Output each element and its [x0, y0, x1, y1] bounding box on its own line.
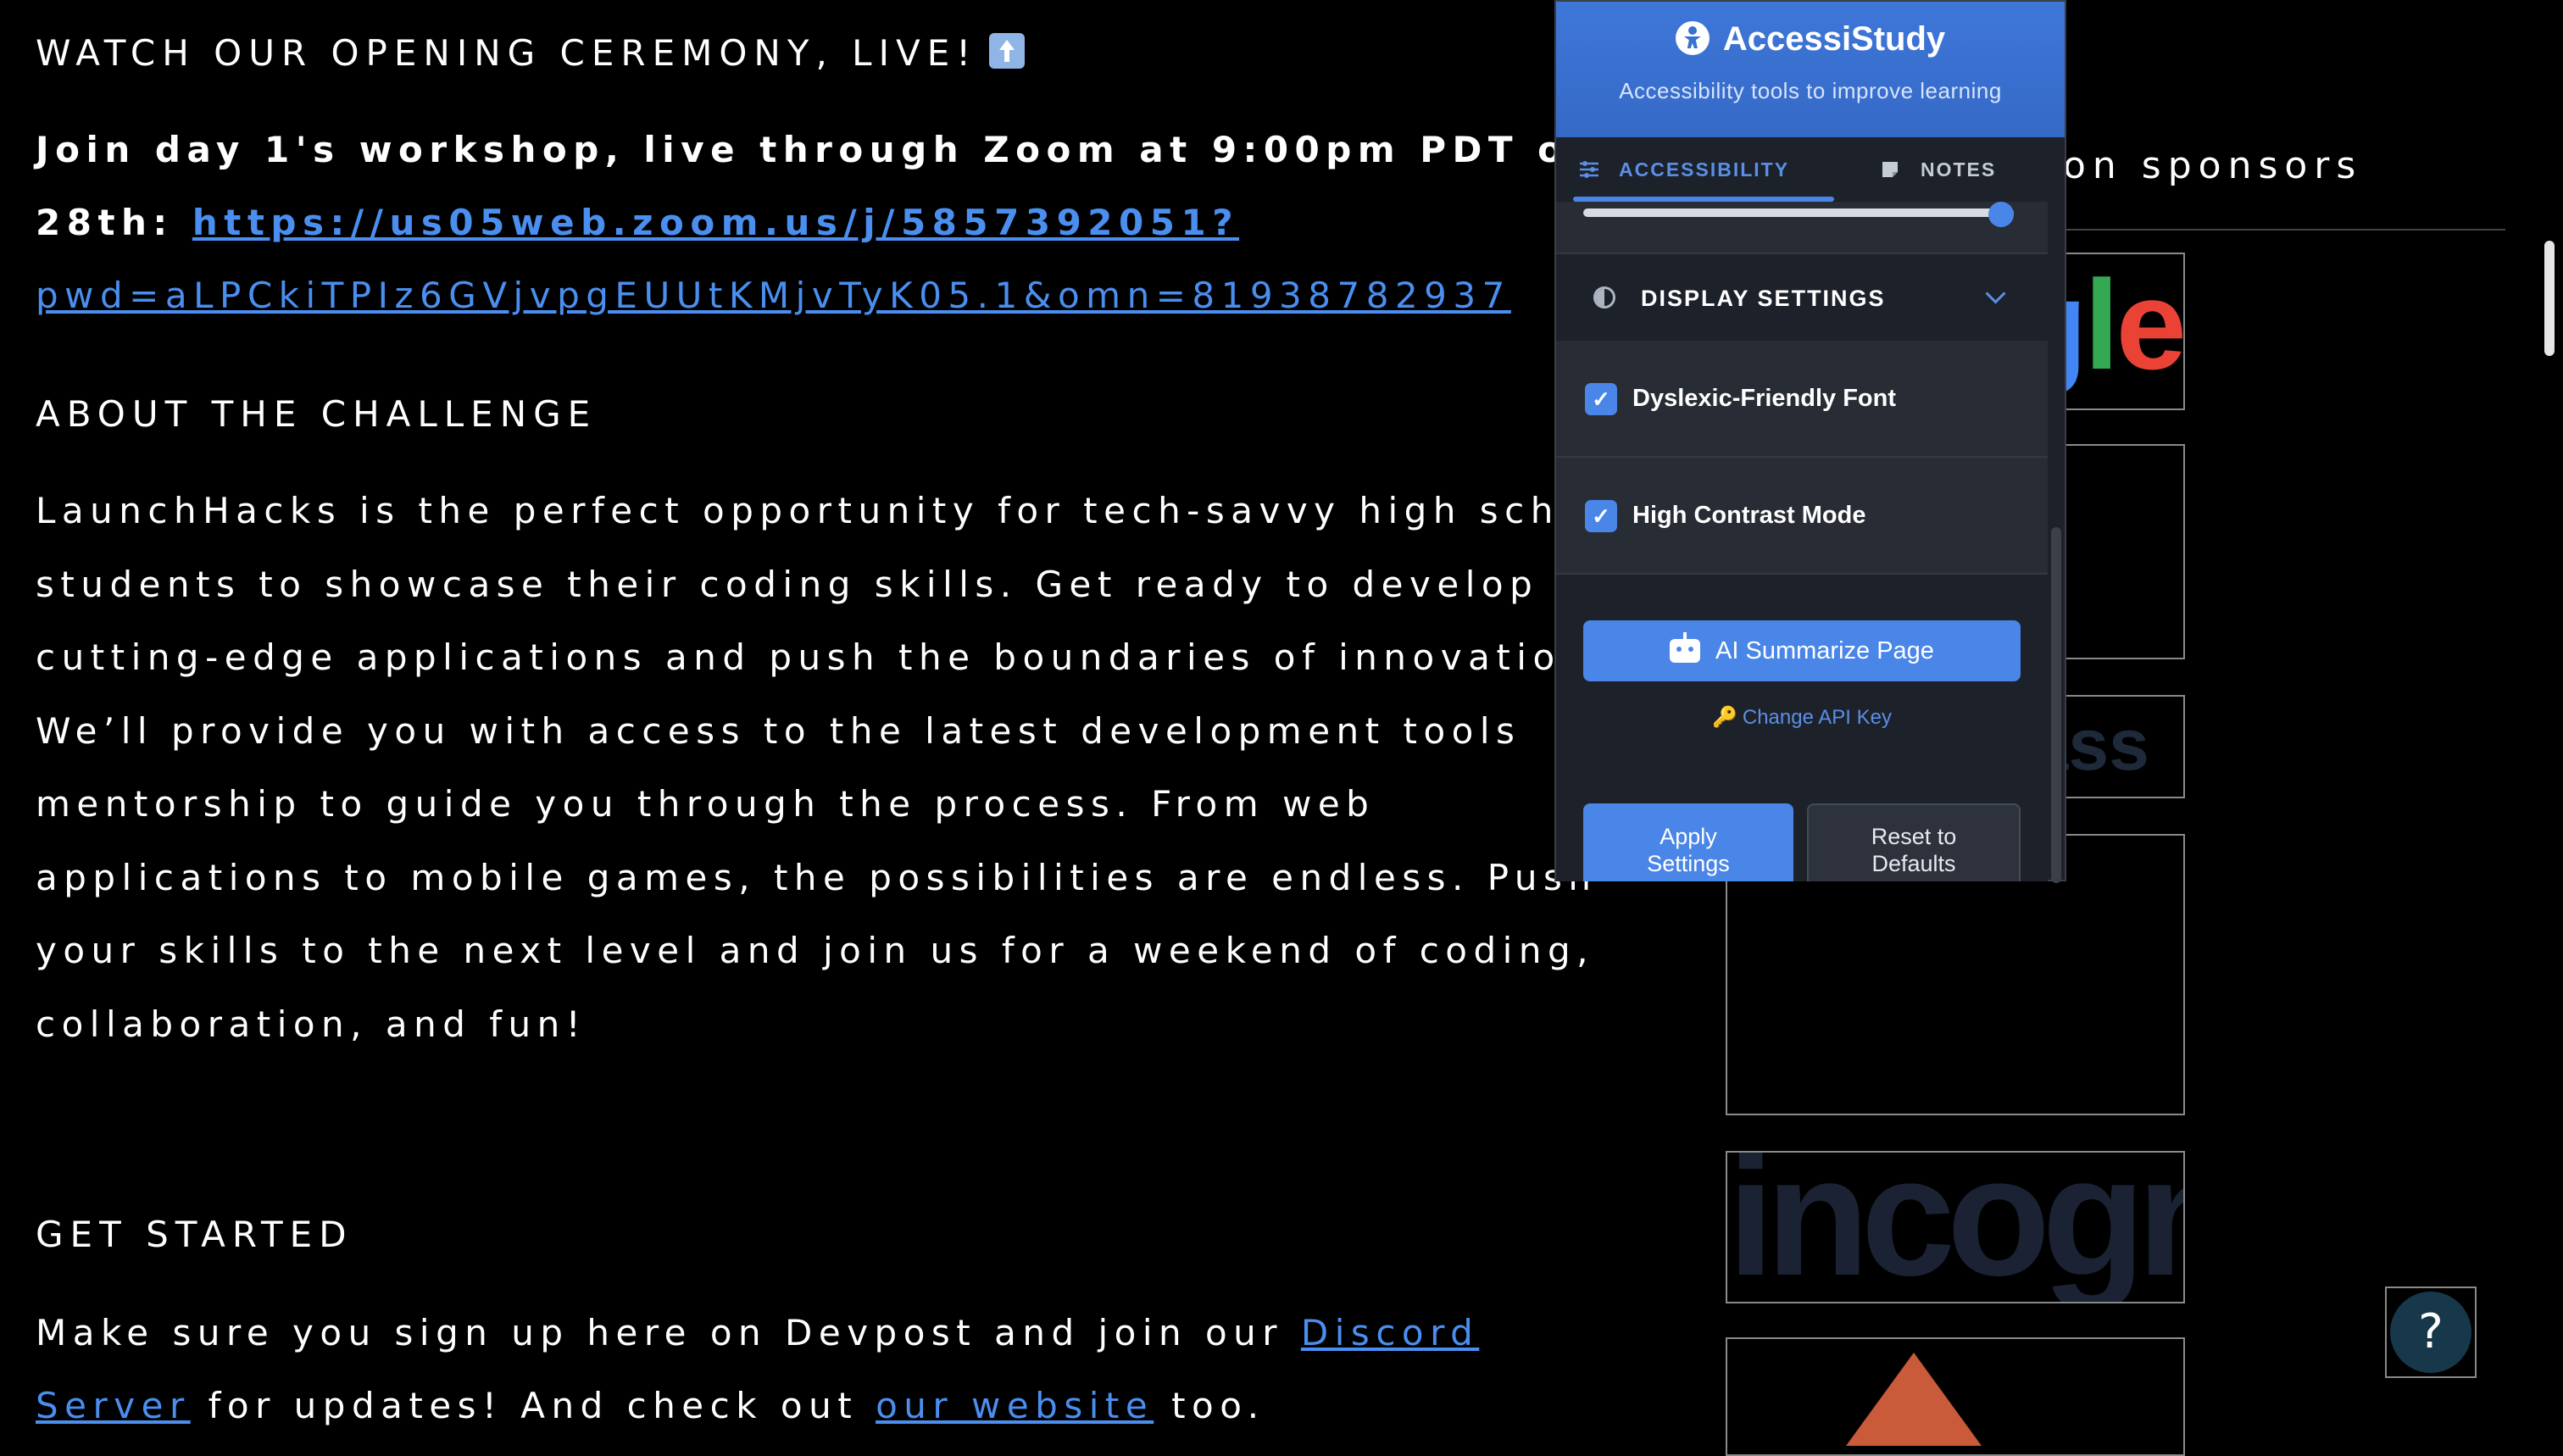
- dyslexic-font-label: Dyslexic-Friendly Font: [1632, 385, 1897, 412]
- about-line-3: cutting-edge applications and push the b…: [36, 636, 1590, 678]
- panel-footer: Apply Settings Reset to Defaults: [1556, 790, 2048, 881]
- apply-settings-button[interactable]: Apply Settings: [1583, 803, 1793, 881]
- sponsor-logo-maple[interactable]: [1726, 1337, 2185, 1456]
- option-dyslexic-font[interactable]: ✓ Dyslexic-Friendly Font: [1556, 341, 2048, 458]
- key-icon: 🔑: [1711, 706, 1737, 729]
- tab-notes[interactable]: NOTES: [1880, 137, 1996, 202]
- option-high-contrast[interactable]: ✓ High Contrast Mode: [1556, 458, 2048, 575]
- about-line-6: applications to mobile games, the possib…: [36, 857, 1598, 898]
- about-line-7: your skills to the next level and join u…: [36, 930, 1594, 971]
- panel-header: AccessiStudy Accessibility tools to impr…: [1556, 2, 2065, 137]
- workshop-text-line1: Join day 1's workshop, live through Zoom…: [36, 129, 1675, 170]
- ai-actions: AI Summarize Page 🔑 Change API Key: [1556, 595, 2048, 792]
- about-line-4: We’ll provide you with access to the lat…: [36, 710, 1521, 752]
- about-line-8: collaboration, and fun!: [36, 1003, 587, 1045]
- workshop-text-line2: 28th: https://us05web.zoom.us/j/58573920…: [36, 202, 1240, 243]
- panel-tagline: Accessibility tools to improve learning: [1619, 78, 2002, 103]
- started-line-2: Server for updates! And check out our we…: [36, 1385, 1265, 1426]
- zoom-link[interactable]: https://us05web.zoom.us/j/5857392051?: [192, 202, 1239, 243]
- help-button[interactable]: ?: [2385, 1287, 2477, 1378]
- chevron-down-icon: [1985, 283, 2006, 304]
- panel-scroll-area: DISPLAY SETTINGS ✓ Dyslexic-Friendly Fon…: [1556, 202, 2065, 881]
- change-api-key-link[interactable]: 🔑 Change API Key: [1556, 705, 2048, 730]
- ceremony-heading: WATCH OUR OPENING CEREMONY, LIVE!: [36, 32, 1026, 74]
- sponsors-heading: on sponsors: [2063, 144, 2363, 187]
- sponsor-logo-incogni[interactable]: incogni: [1726, 1151, 2185, 1303]
- note-icon: [1882, 162, 1898, 177]
- slider-track[interactable]: [1583, 208, 2014, 217]
- slider-card: [1556, 202, 2048, 254]
- ai-summarize-button[interactable]: AI Summarize Page: [1583, 620, 2021, 681]
- panel-title: AccessiStudy: [1556, 20, 2065, 58]
- reset-defaults-button[interactable]: Reset to Defaults: [1807, 803, 2021, 881]
- tab-accessibility[interactable]: ACCESSIBILITY: [1578, 137, 1789, 202]
- about-heading: ABOUT THE CHALLENGE: [36, 393, 598, 435]
- about-line-2: students to showcase their coding skills…: [36, 564, 1539, 605]
- high-contrast-label: High Contrast Mode: [1632, 502, 1866, 529]
- incogni-logo: incogni: [1727, 1151, 2183, 1303]
- started-line-1: Make sure you sign up here on Devpost an…: [36, 1312, 1480, 1353]
- accessistudy-panel: AccessiStudy Accessibility tools to impr…: [1554, 0, 2066, 883]
- display-settings-title: DISPLAY SETTINGS: [1641, 286, 1886, 311]
- website-link[interactable]: our website: [876, 1385, 1154, 1426]
- help-icon: ?: [2390, 1292, 2471, 1373]
- panel-scrollbar[interactable]: [2051, 527, 2061, 883]
- dyslexic-font-checkbox[interactable]: ✓: [1585, 383, 1617, 415]
- high-contrast-checkbox[interactable]: ✓: [1585, 500, 1617, 532]
- robot-icon: [1670, 632, 1701, 663]
- up-arrow-emoji-icon: [989, 33, 1026, 69]
- zoom-link-continued[interactable]: pwd=aLPCkiTPIz6GVjvpgEUUtKMjvTyK05.1&omn…: [36, 275, 1511, 316]
- discord-link-continued[interactable]: Server: [36, 1385, 191, 1426]
- page-scrollbar[interactable]: [2544, 241, 2555, 356]
- get-started-heading: GET STARTED: [36, 1214, 353, 1255]
- about-line-1: LaunchHacks is the perfect opportunity f…: [36, 490, 1559, 531]
- discord-link[interactable]: Discord: [1301, 1312, 1479, 1353]
- about-line-5: mentorship to guide you through the proc…: [36, 783, 1376, 825]
- slider-thumb[interactable]: [1988, 202, 2014, 227]
- display-settings-header[interactable]: DISPLAY SETTINGS: [1556, 256, 2048, 341]
- workshop-text-line3: pwd=aLPCkiTPIz6GVjvpgEUUtKMjvTyK05.1&omn…: [36, 259, 1511, 333]
- panel-tabs: ACCESSIBILITY NOTES: [1556, 137, 2065, 202]
- contrast-icon: [1593, 286, 1615, 308]
- sliders-icon: [1580, 161, 1598, 178]
- maple-leaf-icon: [1846, 1353, 1982, 1446]
- accessibility-icon: [1675, 21, 1710, 55]
